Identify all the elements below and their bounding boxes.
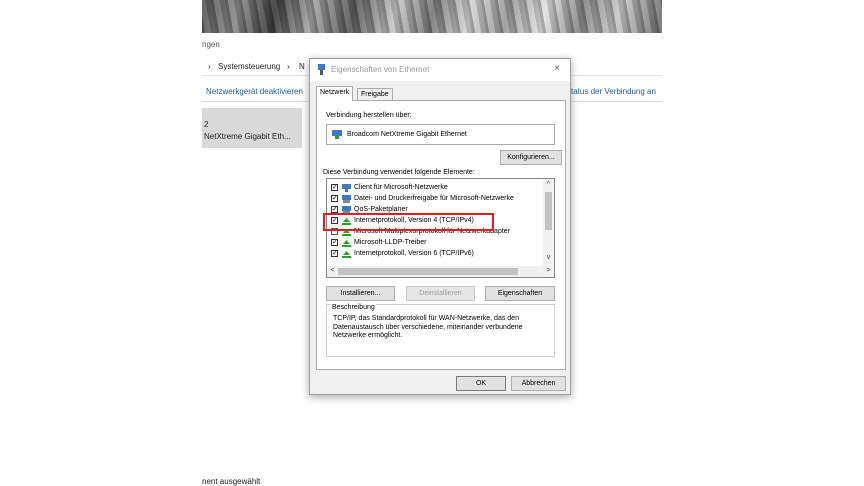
description-title: Beschreibung bbox=[331, 304, 376, 311]
description-text: TCP/IP, das Standardprotokoll für WAN-Ne… bbox=[333, 315, 523, 339]
list-item[interactable]: ✓ Internetprotokoll, Version 6 (TCP/IPv6… bbox=[327, 248, 545, 259]
network-adapter-icon bbox=[332, 130, 342, 139]
breadcrumb-systemsteuerung[interactable]: Systemsteuerung bbox=[218, 62, 280, 71]
list-item[interactable]: ✓ Datei- und Druckerfreigabe für Microso… bbox=[327, 193, 545, 204]
list-item[interactable]: ✓ Client für Microsoft-Netzwerke bbox=[327, 182, 545, 193]
checkbox-ipv6[interactable]: ✓ bbox=[331, 250, 338, 257]
scroll-left-icon[interactable]: < bbox=[327, 266, 338, 276]
adapter-tile-line2: NetXtreme Gigabit Eth... bbox=[204, 132, 291, 141]
close-icon[interactable]: × bbox=[550, 62, 564, 76]
breadcrumb-partial[interactable]: N bbox=[299, 62, 305, 71]
dialog-titlebar[interactable]: Eigenschaften von Ethernet × bbox=[310, 59, 570, 81]
network-client-icon bbox=[342, 184, 351, 192]
uninstall-button[interactable]: Deinstallieren bbox=[406, 286, 475, 301]
adapter-name: Broadcom NetXtreme Gigabit Ethernet bbox=[347, 131, 467, 138]
vertical-scroll-thumb[interactable] bbox=[545, 192, 552, 230]
scroll-down-icon[interactable]: v bbox=[543, 253, 554, 263]
configure-button[interactable]: Konfigurieren... bbox=[500, 150, 562, 165]
list-item-label: Datei- und Druckerfreigabe für Microsoft… bbox=[354, 195, 514, 202]
adapter-tile[interactable]: 2 NetXtreme Gigabit Eth... bbox=[202, 108, 302, 148]
items-label: Diese Verbindung verwendet folgende Elem… bbox=[323, 169, 475, 176]
vertical-scrollbar[interactable]: ^ v bbox=[543, 179, 554, 267]
properties-button[interactable]: Eigenschaften bbox=[485, 286, 555, 301]
scroll-up-icon[interactable]: ^ bbox=[543, 180, 554, 190]
dialog-title: Eigenschaften von Ethernet bbox=[331, 65, 430, 74]
breadcrumb-separator: › bbox=[287, 62, 290, 71]
list-item-label: Microsoft-LLDP-Treiber bbox=[354, 239, 427, 246]
checkbox-qos[interactable]: ✓ bbox=[331, 206, 338, 213]
breadcrumb-separator: › bbox=[208, 62, 211, 71]
protocol-icon bbox=[342, 251, 351, 258]
horizontal-scrollbar[interactable]: < > bbox=[327, 266, 554, 277]
window-title-partial: ngen bbox=[202, 40, 220, 49]
adapter-field: Broadcom NetXtreme Gigabit Ethernet bbox=[326, 124, 555, 145]
status-bar-text: nent ausgewählt bbox=[202, 477, 261, 486]
network-service-icon bbox=[342, 195, 351, 203]
description-group: Beschreibung TCP/IP, das Standardprotoko… bbox=[326, 304, 555, 357]
disable-device-link[interactable]: Netzwerkgerät deaktivieren bbox=[206, 87, 303, 96]
screen: ngen › Systemsteuerung › N Netzwerkgerät… bbox=[0, 0, 864, 486]
cancel-button[interactable]: Abbrechen bbox=[511, 376, 566, 391]
horizontal-scroll-thumb[interactable] bbox=[338, 268, 518, 275]
network-adapter-icon bbox=[318, 64, 325, 75]
connect-using-label: Verbindung herstellen über: bbox=[326, 112, 412, 119]
checkbox-client[interactable]: ✓ bbox=[331, 184, 338, 191]
checkbox-file-sharing[interactable]: ✓ bbox=[331, 195, 338, 202]
list-item-label: Internetprotokoll, Version 6 (TCP/IPv6) bbox=[354, 250, 474, 257]
ipv4-highlight-box bbox=[323, 213, 494, 231]
list-item-label: Client für Microsoft-Netzwerke bbox=[354, 184, 448, 191]
list-item[interactable]: ✓ Microsoft-LLDP-Treiber bbox=[327, 237, 545, 248]
desktop-wallpaper-strip bbox=[202, 0, 662, 33]
adapter-tile-line1: 2 bbox=[204, 120, 209, 129]
connection-status-link[interactable]: tatus der Verbindung an bbox=[571, 87, 656, 96]
checkbox-lldp[interactable]: ✓ bbox=[331, 239, 338, 246]
ok-button[interactable]: OK bbox=[456, 376, 506, 391]
tab-netzwerk[interactable]: Netzwerk bbox=[316, 86, 354, 101]
network-tab-panel: Verbindung herstellen über: Broadcom Net… bbox=[316, 100, 566, 370]
protocol-icon bbox=[342, 240, 351, 247]
scroll-right-icon[interactable]: > bbox=[543, 266, 554, 276]
install-button[interactable]: Installieren... bbox=[326, 286, 395, 301]
